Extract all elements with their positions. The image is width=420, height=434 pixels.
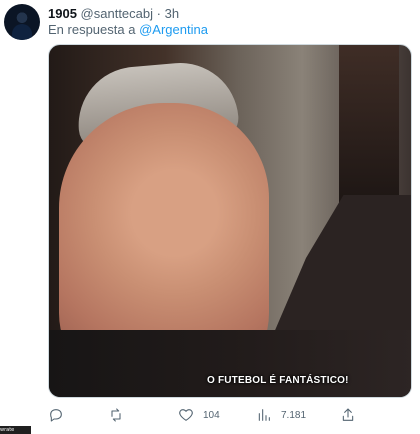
- reply-mention-link[interactable]: @Argentina: [139, 22, 208, 37]
- share-button[interactable]: [340, 406, 356, 424]
- reply-button[interactable]: [48, 406, 64, 424]
- author-name[interactable]: 1905: [48, 6, 77, 21]
- share-icon: [340, 407, 356, 423]
- meta-separator: ·: [156, 6, 161, 21]
- video-subtitle: O FUTEBOL É FANTÁSTICO!: [207, 375, 349, 386]
- reply-context: En respuesta a @Argentina: [48, 22, 208, 37]
- avatar[interactable]: [4, 4, 40, 40]
- tweet-card[interactable]: 1905 @santtecabj · 3h En respuesta a @Ar…: [0, 0, 420, 434]
- like-icon: [178, 407, 194, 423]
- tweet-media[interactable]: O FUTEBOL É FANTÁSTICO!: [48, 44, 412, 398]
- reply-prefix: En respuesta a: [48, 22, 136, 37]
- retweet-button[interactable]: [108, 406, 124, 424]
- retweet-icon: [108, 407, 124, 423]
- background-window: [339, 45, 399, 205]
- views-icon: [256, 407, 272, 423]
- author-handle[interactable]: @santtecabj: [81, 6, 153, 21]
- reply-icon: [48, 407, 64, 423]
- clipped-overlay-label: wrate: [0, 426, 31, 434]
- like-count: 104: [203, 409, 220, 421]
- person-shirt: [49, 330, 411, 397]
- tweet-header: 1905 @santtecabj · 3h: [48, 6, 179, 21]
- like-button[interactable]: 104: [178, 406, 220, 424]
- views-button[interactable]: 7.181: [256, 406, 306, 424]
- tweet-time[interactable]: 3h: [165, 6, 179, 21]
- tweet-actions: 104 7.181: [48, 406, 412, 424]
- view-count: 7.181: [281, 409, 307, 421]
